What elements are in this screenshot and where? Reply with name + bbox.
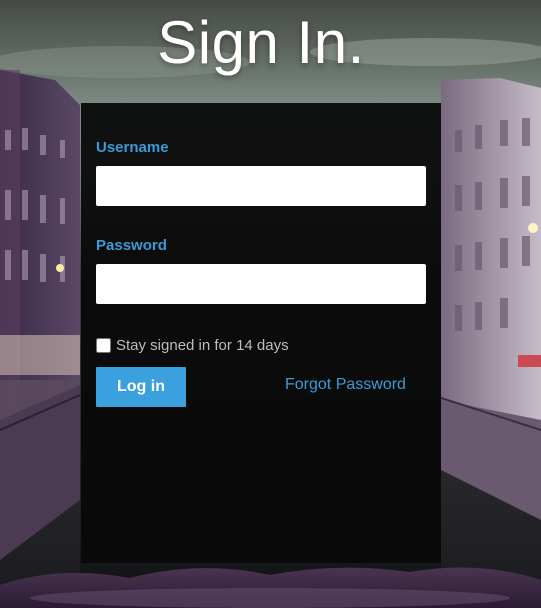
username-label: Username xyxy=(96,139,169,156)
remember-me-checkbox[interactable] xyxy=(96,337,111,353)
forgot-password-link[interactable]: Forgot Password xyxy=(285,376,406,394)
remember-me-row: Stay signed in for 14 days xyxy=(96,336,289,354)
page-title: Sign In. xyxy=(157,9,365,76)
password-input[interactable] xyxy=(96,264,426,304)
username-input[interactable] xyxy=(96,166,426,206)
remember-me-label[interactable]: Stay signed in for 14 days xyxy=(116,337,289,354)
login-button[interactable]: Log in xyxy=(96,367,186,407)
sign-in-panel: Username Password Stay signed in for 14 … xyxy=(81,103,441,563)
password-label: Password xyxy=(96,237,167,254)
